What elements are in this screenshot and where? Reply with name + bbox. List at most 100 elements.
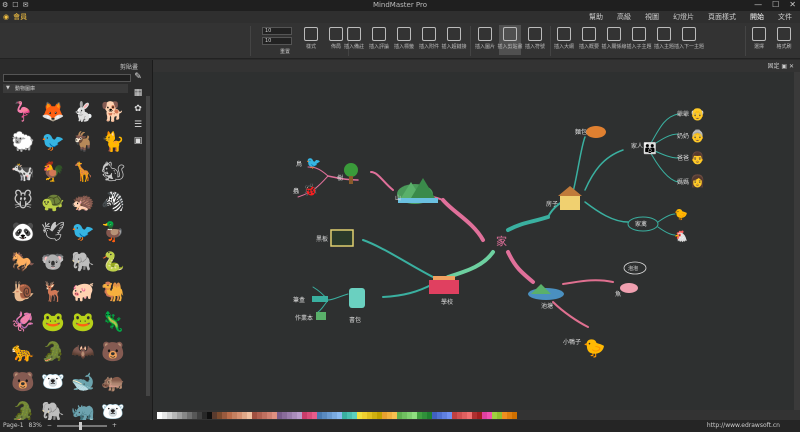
member-label[interactable]: 會員: [13, 12, 27, 22]
insert-note-button[interactable]: 插入備註: [343, 25, 365, 55]
clipart-panda-icon[interactable]: 🐼: [8, 216, 38, 246]
maximize-button[interactable]: ☐: [772, 0, 779, 9]
style-button[interactable]: 樣式: [300, 25, 322, 55]
clipart-rabbit-icon[interactable]: 🐇: [68, 96, 98, 126]
clipart-frog2-icon[interactable]: 🐸: [68, 306, 98, 336]
clipart-seahorse-icon[interactable]: 🦑: [8, 306, 38, 336]
zoom-slider[interactable]: [56, 421, 107, 430]
insert-summary-button[interactable]: 插入概要: [578, 25, 600, 55]
central-topic[interactable]: 家: [496, 234, 507, 248]
clipart-koala-icon[interactable]: 🐨: [38, 246, 68, 276]
clipart-snake-icon[interactable]: 🐍: [98, 246, 128, 276]
insert-hyperlink-button[interactable]: 插入超鏈接: [442, 25, 467, 55]
clipart-polarbear-icon[interactable]: 🐻‍❄: [38, 366, 68, 396]
zoom-in-icon[interactable]: +: [112, 422, 117, 429]
insert-subtopic-button[interactable]: 插入子主題: [627, 25, 652, 55]
insert-relationship-button[interactable]: 插入關係線: [602, 25, 627, 55]
clipart-bat-icon[interactable]: 🦇: [68, 336, 98, 366]
topic-mom[interactable]: 👩 媽媽: [677, 174, 705, 188]
insert-next-topic-button[interactable]: 插入下一主題: [674, 25, 704, 55]
list-icon[interactable]: ☰: [134, 120, 142, 130]
category-dropdown[interactable]: ▼ 動物圖庫: [3, 84, 128, 93]
clipart-goat-icon[interactable]: 🐐: [68, 126, 98, 156]
spin-input-1[interactable]: 10: [262, 27, 292, 35]
topic-blackboard[interactable]: 黑板: [316, 229, 354, 247]
clipart-leopard-icon[interactable]: 🐆: [8, 336, 38, 366]
canvas-vertical-scrollbar[interactable]: [794, 72, 800, 410]
minimize-button[interactable]: —: [754, 0, 762, 9]
topic-pen-case[interactable]: 筆盒: [293, 296, 328, 304]
topic-family[interactable]: 👪 家人: [631, 142, 657, 155]
clipart-pigeon-icon[interactable]: 🐦: [68, 216, 98, 246]
grid-icon[interactable]: ▦: [134, 88, 143, 98]
close-button[interactable]: ✕: [789, 0, 796, 9]
clipart-whale-icon[interactable]: 🐋: [68, 366, 98, 396]
tab-slides[interactable]: 幻燈片: [673, 12, 694, 22]
topic-fish[interactable]: 魚: [615, 283, 638, 298]
clipart-squirrel-icon[interactable]: 🐿: [98, 156, 128, 186]
insert-comment-button[interactable]: 插入評論: [368, 25, 390, 55]
insert-outline-button[interactable]: 插入大綱: [553, 25, 575, 55]
tab-view[interactable]: 視圖: [645, 12, 659, 22]
topic-bread[interactable]: 麵包: [575, 126, 606, 138]
star-icon[interactable]: ✿: [134, 104, 142, 114]
member-icon[interactable]: ◉: [3, 13, 9, 21]
topic-homework[interactable]: 作業本: [295, 312, 326, 322]
tab-home[interactable]: 開始: [750, 12, 764, 22]
color-swatch[interactable]: [512, 411, 517, 419]
page-label[interactable]: Page-1: [3, 422, 24, 429]
website-link[interactable]: http://www.edrawsoft.cn: [707, 422, 780, 429]
mindmap-diagram[interactable]: 家 山 樹 🐦 鳥 🐞 蟲 房子 麵包 👪 家人 👴 爺爺 👵 奶奶 👨 爸爸 …: [153, 72, 800, 410]
clipart-dog-icon[interactable]: 🐕: [98, 96, 128, 126]
clipart-bear-icon[interactable]: 🐻: [98, 336, 128, 366]
format-painter-button[interactable]: 格式刷: [773, 25, 795, 55]
insert-attachment-button[interactable]: 插入附件: [418, 25, 440, 55]
insert-topic-button[interactable]: 插入主題: [653, 25, 675, 55]
zoom-slider-handle[interactable]: [78, 421, 82, 430]
tab-help[interactable]: 幫助: [589, 12, 603, 22]
panel-scrollbar[interactable]: [146, 96, 150, 396]
select-button[interactable]: 選擇: [748, 25, 770, 55]
clipart-dove-icon[interactable]: 🕊: [38, 216, 68, 246]
topic-bubble[interactable]: 泡泡: [623, 261, 647, 275]
brush-icon[interactable]: ✎: [134, 72, 142, 82]
clipart-cow-icon[interactable]: 🐄: [8, 156, 38, 186]
spin-input-2[interactable]: 10: [262, 37, 292, 45]
topic-poultry[interactable]: 家禽 🐤 🐔: [627, 208, 688, 243]
clipart-crocodile-icon[interactable]: 🐊: [38, 336, 68, 366]
clipart-turtle-icon[interactable]: 🐢: [38, 186, 68, 216]
clipart-giraffe-icon[interactable]: 🦒: [68, 156, 98, 186]
tab-advanced[interactable]: 高級: [617, 12, 631, 22]
pin-controls[interactable]: 固定 ▣ ✕: [767, 61, 794, 70]
zoom-out-icon[interactable]: −: [47, 422, 52, 429]
clipart-camel-icon[interactable]: 🐫: [98, 276, 128, 306]
clipart-duck-icon[interactable]: 🦆: [98, 216, 128, 246]
insert-tag-button[interactable]: 插入標籤: [393, 25, 415, 55]
topic-grandpa[interactable]: 👴 爺爺: [677, 107, 705, 121]
reset-button[interactable]: 重置: [280, 48, 290, 55]
tab-page-style[interactable]: 頁面樣式: [708, 12, 736, 22]
clipart-crane-icon[interactable]: 🦩: [8, 96, 38, 126]
calendar-icon[interactable]: ▣: [134, 136, 143, 146]
clipart-hippo-icon[interactable]: 🦛: [98, 366, 128, 396]
topic-school[interactable]: 學校: [429, 276, 459, 306]
insert-picture-button[interactable]: 插入圖片: [474, 25, 496, 55]
clipart-bears-icon[interactable]: 🐻: [8, 366, 38, 396]
insert-clipart-button[interactable]: 插入剪貼畫: [498, 25, 523, 55]
clipart-rooster-icon[interactable]: 🐓: [38, 156, 68, 186]
clipart-deer-icon[interactable]: 🦌: [38, 276, 68, 306]
tab-file[interactable]: 文件: [778, 12, 792, 22]
clipart-horse-icon[interactable]: 🐎: [8, 246, 38, 276]
topic-tree[interactable]: 樹: [337, 163, 358, 184]
clipart-elephant-icon[interactable]: 🐘: [68, 246, 98, 276]
clipart-lizard-icon[interactable]: 🦎: [98, 306, 128, 336]
topic-mountain[interactable]: 山: [395, 178, 438, 204]
clipart-bird-icon[interactable]: 🐦: [38, 126, 68, 156]
clipart-cat-icon[interactable]: 🐈: [98, 126, 128, 156]
topic-duckling[interactable]: 🐤 小鴨子: [563, 338, 605, 359]
topic-bird[interactable]: 🐦 鳥: [296, 156, 321, 170]
clipart-mouse-icon[interactable]: 🐭: [8, 186, 38, 216]
topic-insect[interactable]: 🐞 蟲: [293, 183, 318, 197]
topic-dad[interactable]: 👨 爸爸: [677, 151, 705, 165]
topic-bag[interactable]: 書包: [349, 288, 365, 324]
